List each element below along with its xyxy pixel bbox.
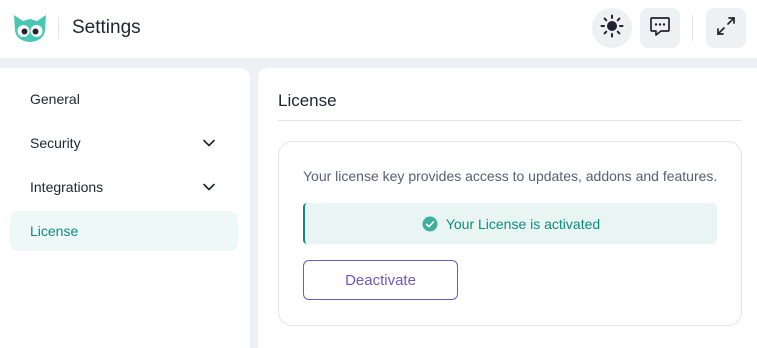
- title-divider: [58, 17, 59, 39]
- sidebar-item-security[interactable]: Security: [10, 123, 238, 163]
- sidebar-item-integrations[interactable]: Integrations: [10, 167, 238, 207]
- expand-icon: [715, 15, 737, 42]
- license-description: Your license key provides access to upda…: [303, 168, 718, 184]
- deactivate-button[interactable]: Deactivate: [303, 260, 458, 300]
- sidebar-item-license[interactable]: License: [10, 211, 238, 251]
- chat-bubble-icon: [649, 15, 671, 42]
- settings-sidebar: General Security Integrations License: [0, 68, 250, 348]
- sidebar-item-label: Security: [30, 135, 81, 151]
- sidebar-item-label: Integrations: [30, 179, 104, 195]
- sun-icon: [600, 14, 624, 43]
- expand-button[interactable]: [706, 8, 746, 48]
- license-status-text: Your License is activated: [445, 215, 601, 232]
- check-circle-icon: [422, 216, 438, 232]
- top-bar: Settings: [0, 0, 757, 58]
- theme-toggle-button[interactable]: [592, 8, 632, 48]
- license-card: Your license key provides access to upda…: [278, 141, 742, 326]
- toolbar-divider: [692, 15, 693, 41]
- sidebar-item-label: License: [30, 223, 79, 239]
- sidebar-item-label: General: [30, 91, 80, 107]
- owl-logo-icon: [13, 13, 47, 43]
- chevron-down-icon: [202, 136, 216, 150]
- section-title: License: [278, 91, 337, 110]
- feedback-button[interactable]: [640, 8, 680, 48]
- chevron-down-icon: [202, 180, 216, 194]
- sidebar-item-general[interactable]: General: [10, 79, 238, 119]
- section-divider: [278, 120, 742, 121]
- license-panel: License Your license key provides access…: [258, 68, 757, 348]
- page-title: Settings: [72, 17, 141, 38]
- license-status-banner: Your License is activated: [303, 203, 717, 244]
